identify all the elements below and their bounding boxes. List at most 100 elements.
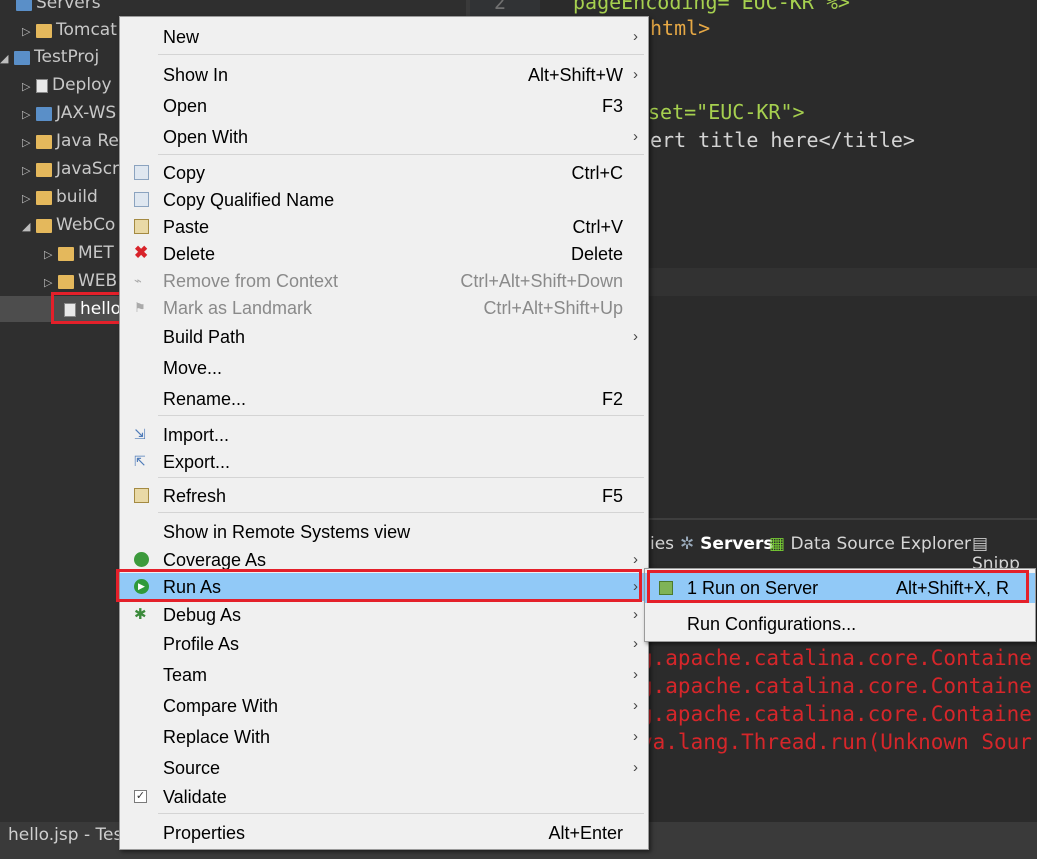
- submenu-arrow-icon: ›: [633, 666, 638, 683]
- menu-item-properties[interactable]: Properties Alt+Enter: [120, 819, 648, 847]
- delete-icon: ✖: [134, 243, 149, 262]
- refresh-icon: [134, 488, 149, 503]
- expand-triangle-icon[interactable]: ▷: [22, 102, 34, 128]
- copy-qualified-name-icon: [134, 192, 149, 207]
- submenu-arrow-icon: ›: [633, 28, 638, 45]
- collapse-triangle-icon[interactable]: ◢: [0, 46, 12, 72]
- expand-triangle-icon[interactable]: ▷: [22, 186, 34, 212]
- webservice-icon: [36, 106, 52, 121]
- expand-triangle-icon[interactable]: ▷: [22, 74, 34, 100]
- menu-item-profile-as[interactable]: Profile As ›: [120, 630, 648, 658]
- annotation-box-run-on-server: [647, 570, 1029, 603]
- menu-item-open[interactable]: Open F3: [120, 92, 648, 120]
- menu-separator: [158, 154, 644, 155]
- tree-item-jaxws[interactable]: ▷ JAX-WS: [22, 100, 116, 126]
- menu-item-compare-with[interactable]: Compare With ›: [120, 692, 648, 720]
- submenu-arrow-icon: ›: [633, 66, 638, 83]
- menu-item-copy[interactable]: Copy Ctrl+C: [120, 159, 648, 187]
- menu-item-rename[interactable]: Rename... F2: [120, 385, 648, 413]
- menu-separator: [158, 813, 644, 814]
- submenu-arrow-icon: ›: [633, 635, 638, 652]
- menu-item-copy-qualified-name[interactable]: Copy Qualified Name: [120, 186, 648, 214]
- menu-separator: [158, 415, 644, 416]
- line-number: 2: [494, 0, 507, 14]
- debug-bug-icon: ✱: [134, 606, 147, 623]
- code-line: pageEncoding="EUC-KR"%>: [573, 0, 850, 14]
- menu-item-new[interactable]: New ›: [120, 23, 648, 51]
- menu-item-debug-as[interactable]: ✱ Debug As ›: [120, 601, 648, 629]
- javascript-icon: [36, 162, 52, 177]
- code-line: html>: [650, 16, 711, 40]
- expand-triangle-icon[interactable]: ▷: [44, 242, 56, 268]
- import-icon: ⇲: [134, 426, 146, 442]
- menu-item-paste[interactable]: Paste Ctrl+V: [120, 213, 648, 241]
- menu-item-refresh[interactable]: Refresh F5: [120, 482, 648, 510]
- tree-item-java-resources[interactable]: ▷ Java Re: [22, 128, 119, 154]
- folder-icon: [58, 246, 74, 261]
- tab-servers[interactable]: ✲ Servers: [680, 534, 773, 554]
- console-line: g.apache.catalina.core.Containe: [640, 674, 1032, 698]
- menu-item-open-with[interactable]: Open With ›: [120, 123, 648, 151]
- expand-triangle-icon[interactable]: ▷: [22, 158, 34, 184]
- menu-item-show-in[interactable]: Show In Alt+Shift+W ›: [120, 61, 648, 89]
- submenu-arrow-icon: ›: [633, 128, 638, 145]
- submenu-arrow-icon: ›: [633, 328, 638, 345]
- tree-item-servers[interactable]: Servers: [14, 0, 101, 16]
- console-line: g.apache.catalina.core.Containe: [640, 646, 1032, 670]
- menu-item-remove-from-context[interactable]: ⌁ Remove from Context Ctrl+Alt+Shift+Dow…: [120, 267, 648, 295]
- code-line: set="EUC-KR">: [648, 100, 805, 124]
- collapse-triangle-icon[interactable]: ◢: [22, 214, 34, 240]
- tree-item-tomcat[interactable]: ▷ Tomcat: [22, 17, 117, 43]
- menu-item-delete[interactable]: ✖ Delete Delete: [120, 240, 648, 268]
- library-icon: [36, 134, 52, 149]
- console-line: g.apache.catalina.core.Containe: [640, 702, 1032, 726]
- folder-icon: [58, 274, 74, 289]
- submenu-arrow-icon: ›: [633, 697, 638, 714]
- context-menu: New › Show In Alt+Shift+W › Open F3 Open…: [119, 16, 649, 850]
- expand-triangle-icon[interactable]: ▷: [22, 19, 34, 45]
- folder-icon: [16, 0, 32, 11]
- menu-item-move[interactable]: Move...: [120, 354, 648, 382]
- landmark-icon: ⚑: [134, 300, 146, 315]
- menu-separator: [158, 477, 644, 478]
- submenu-arrow-icon: ›: [633, 606, 638, 623]
- tree-item-testproj[interactable]: ◢ TestProj: [0, 44, 99, 70]
- tab-data-source-explorer[interactable]: ▦ Data Source Explorer: [769, 534, 971, 554]
- menu-item-replace-with[interactable]: Replace With ›: [120, 723, 648, 751]
- menu-item-export[interactable]: ⇱ Export...: [120, 448, 648, 476]
- tree-item-javascript[interactable]: ▷ JavaScr: [22, 156, 119, 182]
- project-icon: [14, 50, 30, 65]
- folder-icon: [36, 190, 52, 205]
- menu-separator: [158, 54, 644, 55]
- tree-item-deploy[interactable]: ▷ Deploy: [22, 72, 112, 98]
- annotation-box-run-as: [116, 569, 642, 602]
- data-source-icon: ▦: [769, 534, 786, 554]
- status-text: hello.jsp - Tes: [8, 825, 123, 845]
- menu-item-show-in-remote-systems[interactable]: Show in Remote Systems view: [120, 518, 648, 546]
- tree-item-build[interactable]: ▷ build: [22, 184, 98, 210]
- snippets-icon: ▤: [972, 534, 989, 554]
- menu-item-run-configurations[interactable]: Run Configurations...: [645, 609, 1035, 639]
- deploy-icon: [36, 78, 48, 93]
- tree-item-meta-inf[interactable]: ▷ MET: [44, 240, 114, 266]
- expand-triangle-icon[interactable]: ▷: [22, 130, 34, 156]
- tree-item-web-inf[interactable]: ▷ WEB: [44, 268, 117, 294]
- submenu-arrow-icon: ›: [633, 728, 638, 745]
- folder-icon: [36, 218, 52, 233]
- submenu-arrow-icon: ›: [633, 759, 638, 776]
- folder-icon: [36, 23, 52, 38]
- menu-item-import[interactable]: ⇲ Import...: [120, 421, 648, 449]
- validate-checkbox-icon: ✓: [134, 790, 147, 803]
- tree-item-webcontent[interactable]: ◢ WebCo: [22, 212, 115, 238]
- menu-item-source[interactable]: Source ›: [120, 754, 648, 782]
- menu-item-mark-as-landmark[interactable]: ⚑ Mark as Landmark Ctrl+Alt+Shift+Up: [120, 294, 648, 322]
- console-line: va.lang.Thread.run(Unknown Sour: [640, 730, 1032, 754]
- servers-icon: ✲: [680, 534, 695, 554]
- paste-icon: [134, 219, 149, 234]
- export-icon: ⇱: [134, 453, 146, 469]
- menu-item-build-path[interactable]: Build Path ›: [120, 323, 648, 351]
- tab-properties[interactable]: ies: [650, 534, 674, 554]
- menu-item-team[interactable]: Team ›: [120, 661, 648, 689]
- copy-icon: [134, 165, 149, 180]
- menu-item-validate[interactable]: ✓ Validate: [120, 783, 648, 811]
